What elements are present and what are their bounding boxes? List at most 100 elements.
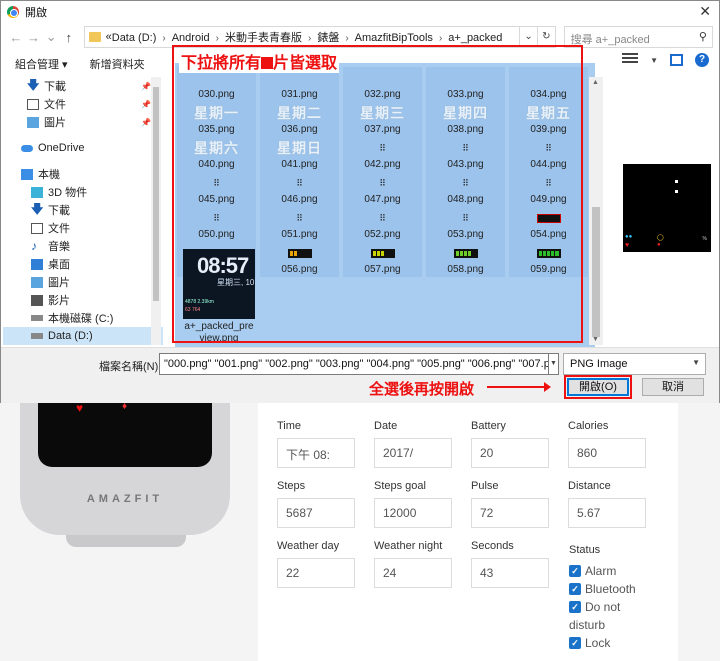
heart-icon: ♥: [625, 242, 630, 249]
preview-pane-icon[interactable]: [670, 54, 683, 66]
pin-icon: 📌: [141, 81, 151, 91]
watch-brand: AMAZFIT: [86, 493, 164, 505]
checkbox-checked-icon[interactable]: ✓: [569, 601, 581, 613]
up-arrow-icon[interactable]: ↑: [60, 30, 78, 45]
sidebar-item[interactable]: ♪ 音樂: [3, 237, 163, 255]
breadcrumb-separator-icon[interactable]: ›: [162, 33, 165, 44]
sidebar-item[interactable]: Data (D:): [3, 327, 163, 345]
field-input[interactable]: 860: [568, 438, 646, 468]
sidebar-item-label: 本機: [38, 169, 60, 181]
field-input[interactable]: 下午 08:: [277, 438, 355, 468]
field-input[interactable]: 2017/: [374, 438, 452, 468]
field-input[interactable]: 72: [471, 498, 549, 528]
field-input[interactable]: 5.67: [568, 498, 646, 528]
sidebar-item[interactable]: 圖片 📌: [3, 113, 163, 131]
sidebar-item-label: 文件: [48, 223, 70, 235]
field-label: Weather night: [374, 540, 443, 552]
picture-icon: [31, 276, 43, 288]
watch-image: ♥ ♦ AMAZFIT: [20, 395, 230, 555]
sidebar-item[interactable]: 影片: [3, 291, 163, 309]
sidebar-item[interactable]: 3D 物件: [3, 183, 163, 201]
navigation-scrollbar[interactable]: [151, 77, 161, 345]
filename-input[interactable]: "000.png" "001.png" "002.png" "003.png" …: [159, 353, 549, 375]
heart-icon: ♥: [76, 401, 84, 415]
search-icon[interactable]: ⚲: [699, 30, 707, 43]
checkbox-checked-icon[interactable]: ✓: [569, 637, 581, 649]
disk-icon: [31, 333, 43, 339]
annotation-select-all: 下拉將所有 片皆選取: [179, 49, 340, 73]
field-label: Battery: [471, 420, 506, 432]
filetype-value: PNG Image: [570, 358, 628, 370]
annotation-block-icon: [261, 57, 274, 69]
back-arrow-icon[interactable]: ←: [7, 30, 25, 45]
field-input[interactable]: 24: [374, 558, 452, 588]
field-input[interactable]: 43: [471, 558, 549, 588]
sidebar-item-label: 下載: [48, 205, 70, 217]
filename-dropdown-icon[interactable]: ▼: [549, 353, 559, 375]
watch-screen: ♥ ♦: [38, 395, 212, 467]
download-icon: 🡇: [31, 201, 44, 216]
field-input[interactable]: 5687: [277, 498, 355, 528]
status-label: Bluetooth: [585, 582, 636, 596]
status-label-continuation: disturb: [569, 616, 636, 634]
form-field: Date 2017/: [374, 420, 452, 468]
status-checkbox-item[interactable]: ✓ Do not: [569, 598, 636, 616]
sidebar-item-label: Data (D:): [48, 330, 93, 342]
sidebar-item-label: 音樂: [48, 241, 70, 253]
download-icon: 🡇: [27, 77, 40, 92]
checkbox-checked-icon[interactable]: ✓: [569, 565, 581, 577]
title-bar: 開啟 ✕: [1, 1, 719, 23]
field-input[interactable]: 12000: [374, 498, 452, 528]
navigation-pane: 🡇 下載 📌 文件 📌 圖片 📌 OneDrive 本機 3D 物件 🡇 下載 文件 ♪ 音樂 桌面 圖片 影片本…: [3, 77, 163, 345]
organize-button[interactable]: 組合管理 ▾: [15, 56, 68, 72]
filetype-select[interactable]: PNG Image ▼: [563, 353, 706, 375]
preview-pane: ●● ◯ ♥ ● %: [623, 164, 711, 252]
sidebar-item[interactable]: 本機磁碟 (C:): [3, 309, 163, 327]
sidebar-item-label: 圖片: [48, 277, 70, 289]
field-label: Distance: [568, 480, 611, 492]
form-field: Weather day 22: [277, 540, 355, 588]
sidebar-item[interactable]: 桌面: [3, 255, 163, 273]
navigation-scroll-thumb[interactable]: [153, 87, 159, 301]
scroll-up-icon[interactable]: ▲: [592, 79, 599, 86]
sidebar-item-label: OneDrive: [38, 142, 85, 154]
sidebar-item[interactable]: 文件 📌: [3, 95, 163, 113]
status-checkbox-item[interactable]: ✓ Lock: [569, 634, 636, 652]
new-folder-button[interactable]: 新增資料夾: [90, 56, 145, 72]
field-input[interactable]: 22: [277, 558, 355, 588]
sidebar-item-label: 文件: [44, 99, 66, 111]
view-controls: ▼ ?: [622, 53, 709, 67]
music-icon: ♪: [31, 239, 37, 253]
sidebar-item[interactable]: 🡇 下載 📌: [3, 77, 163, 95]
file-scroll-thumb[interactable]: [592, 207, 600, 337]
field-input[interactable]: 20: [471, 438, 549, 468]
scroll-down-icon[interactable]: ▼: [592, 336, 599, 343]
help-icon[interactable]: ?: [695, 53, 709, 67]
sidebar-item[interactable]: 圖片: [3, 273, 163, 291]
status-list: ✓ Alarm ✓ Bluetooth ✓ Do not disturb ✓ Lock: [569, 562, 636, 652]
status-checkbox-item[interactable]: ✓ Bluetooth: [569, 580, 636, 598]
watch-settings-form: Time 下午 08: Date 2017/Battery 20 Calories 860 S…: [258, 402, 678, 661]
forward-arrow-icon[interactable]: →: [25, 30, 43, 45]
weather-icon: ●●: [625, 234, 633, 240]
form-field: Pulse 72: [471, 480, 549, 528]
status-checkbox-item[interactable]: ✓ Alarm: [569, 562, 636, 580]
sidebar-item[interactable]: OneDrive: [3, 139, 163, 157]
filename-label: 檔案名稱(N):: [99, 361, 162, 373]
preview-dot: [675, 190, 678, 193]
breadcrumb-item[interactable]: Data (D:): [112, 32, 157, 44]
file-list-scrollbar[interactable]: ▲ ▼: [589, 77, 603, 345]
sidebar-item[interactable]: 本機: [3, 165, 163, 183]
sidebar-item[interactable]: 文件: [3, 219, 163, 237]
folder-icon: [88, 32, 101, 42]
document-icon: [27, 98, 39, 110]
recent-dropdown-icon[interactable]: ⌄: [42, 29, 60, 45]
view-dropdown-icon[interactable]: ▼: [650, 56, 658, 65]
sidebar-item[interactable]: 🡇 下載: [3, 201, 163, 219]
close-button[interactable]: ✕: [699, 3, 711, 20]
cancel-button[interactable]: 取消: [642, 378, 704, 396]
pin-icon: 📌: [141, 117, 151, 127]
open-button[interactable]: 開啟(O): [567, 378, 629, 396]
view-options-icon[interactable]: [622, 53, 639, 67]
checkbox-checked-icon[interactable]: ✓: [569, 583, 581, 595]
